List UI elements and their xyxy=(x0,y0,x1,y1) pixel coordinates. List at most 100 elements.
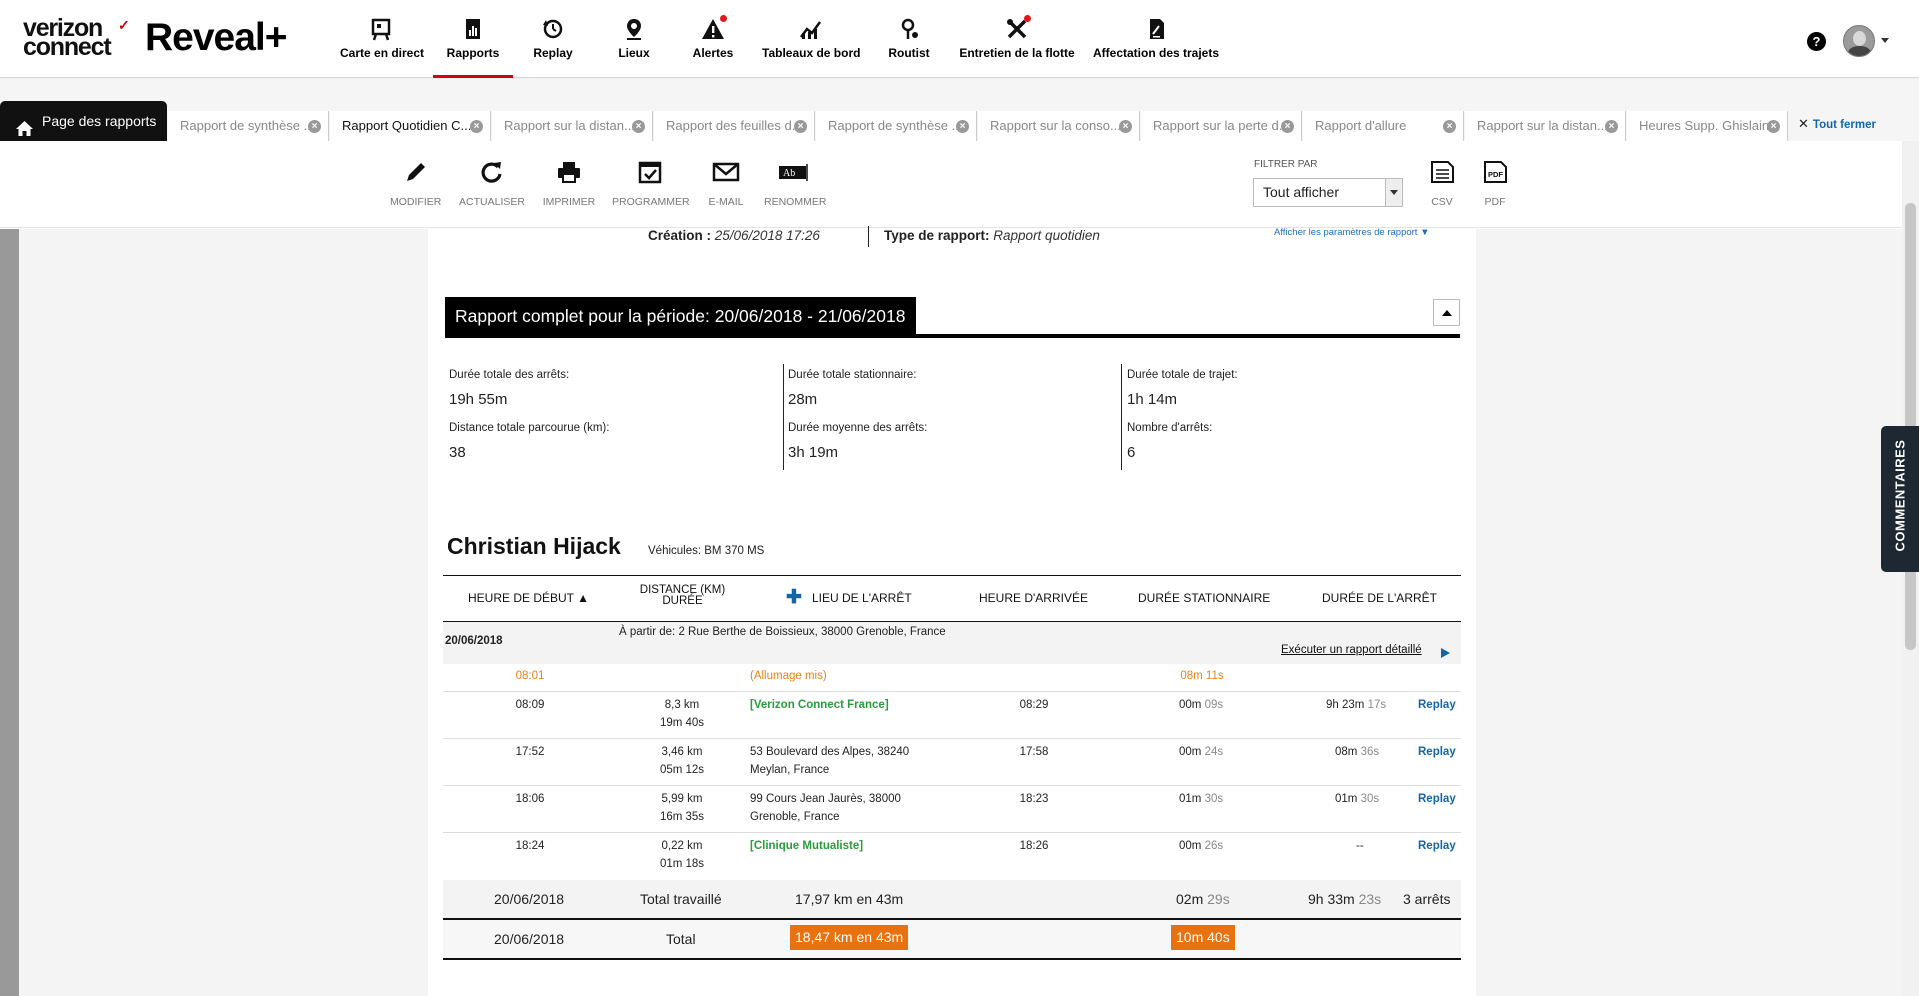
pencil-icon xyxy=(400,159,430,185)
close-tab-icon[interactable]: × xyxy=(794,120,807,133)
close-tab-icon[interactable]: × xyxy=(1281,120,1294,133)
schedule-button[interactable]: PROGRAMMER xyxy=(612,159,690,208)
chevron-down-icon[interactable] xyxy=(1881,38,1889,43)
replay-link[interactable]: Replay xyxy=(1418,746,1456,758)
row-arrival: 17:58 xyxy=(1019,746,1049,758)
tab-label: Rapport de synthèse ... xyxy=(180,118,315,133)
nav-carte-en-direct[interactable]: Carte en direct xyxy=(340,17,424,78)
replay-link[interactable]: Replay xyxy=(1418,793,1456,805)
row-location-line2: Meylan, France xyxy=(750,764,830,776)
close-tab-icon[interactable]: × xyxy=(1605,120,1618,133)
close-tab-icon[interactable]: × xyxy=(470,120,483,133)
total-idle-highlight: 10m 40s xyxy=(1171,925,1235,950)
reveal-logo[interactable]: Reveal+ xyxy=(145,16,288,60)
period-underline xyxy=(445,334,1460,338)
subtotal-stop-sec: 23s xyxy=(1358,891,1382,907)
export-pdf-button[interactable]: PDF PDF xyxy=(1480,159,1510,208)
refresh-button[interactable]: ACTUALISER xyxy=(458,159,526,208)
report-tab[interactable]: Rapport d'allure × xyxy=(1303,111,1464,141)
play-arrow-icon[interactable] xyxy=(1441,648,1450,658)
add-column-icon[interactable]: ✚ xyxy=(786,588,802,607)
row-distance: 0,22 km xyxy=(661,840,703,852)
row-distance: 5,99 km xyxy=(661,793,703,805)
report-tab[interactable]: Heures Supp. Ghislain × xyxy=(1627,111,1788,141)
col-header-idle[interactable]: DURÉE STATIONNAIRE xyxy=(1138,591,1270,605)
close-tab-icon[interactable]: × xyxy=(632,120,645,133)
col-header-location[interactable]: LIEU DE L'ARRÊT xyxy=(812,591,912,605)
row-location: 53 Boulevard des Alpes, 38240 xyxy=(750,746,910,758)
email-button[interactable]: E-MAIL xyxy=(703,159,749,208)
close-tab-icon[interactable]: × xyxy=(308,120,321,133)
nav-tableaux-de-bord[interactable]: Tableaux de bord xyxy=(762,17,860,78)
row-location[interactable]: [Clinique Mutualiste] xyxy=(750,840,863,852)
nav-label: Affectation des trajets xyxy=(1092,46,1220,60)
comments-label: COMMENTAIRES xyxy=(1892,439,1908,552)
row-arrival: 08:29 xyxy=(1019,699,1049,711)
report-tab[interactable]: Rapport de synthèse ... × xyxy=(816,111,977,141)
close-tab-icon[interactable]: × xyxy=(1443,120,1456,133)
close-all-tabs-button[interactable]: ✕ Tout fermer xyxy=(1798,116,1876,132)
nav-affectation-trajets[interactable]: Affectation des trajets xyxy=(1092,17,1220,78)
collapse-section-button[interactable] xyxy=(1433,299,1460,326)
toolbar-label: RENOMMER xyxy=(764,196,827,208)
toolbar-label: IMPRIMER xyxy=(542,196,596,208)
location-pin-icon xyxy=(621,17,647,41)
stat-value: 19h 55m xyxy=(449,391,508,408)
help-icon[interactable]: ? xyxy=(1807,32,1826,51)
tab-page-des-rapports[interactable]: Page des rapports xyxy=(0,101,167,141)
row-idle-min: 00m xyxy=(1179,699,1202,711)
close-tab-icon[interactable]: × xyxy=(1119,120,1132,133)
stat-value: 6 xyxy=(1127,444,1136,461)
nav-label: Routist xyxy=(888,46,930,60)
subtotal-idle-sec: 29s xyxy=(1207,891,1230,907)
nav-label: Lieux xyxy=(618,46,650,60)
col-header-stop-duration[interactable]: DURÉE DE L'ARRÊT xyxy=(1322,591,1437,605)
report-tab[interactable]: Rapport sur la distan... × xyxy=(1465,111,1626,141)
replay-link[interactable]: Replay xyxy=(1418,699,1456,711)
filter-value: Tout afficher xyxy=(1263,184,1340,200)
row-location[interactable]: [Verizon Connect France] xyxy=(750,699,889,711)
report-tab[interactable]: Rapport sur la perte d... × xyxy=(1141,111,1302,141)
report-tab[interactable]: Rapport Quotidien C... × xyxy=(330,111,491,141)
total-border xyxy=(443,958,1461,960)
col-header-arrival[interactable]: HEURE D'ARRIVÉE xyxy=(979,591,1088,605)
row-separator xyxy=(443,785,1461,786)
report-tab[interactable]: Rapport de synthèse ... × xyxy=(168,111,329,141)
comments-side-tab[interactable]: COMMENTAIRES xyxy=(1881,426,1919,572)
modify-button[interactable]: MODIFIER xyxy=(390,159,441,208)
report-tab[interactable]: Rapport sur la conso... × xyxy=(978,111,1140,141)
subtotal-date: 20/06/2018 xyxy=(494,891,565,907)
col-header-start-time[interactable]: HEURE DE DÉBUT ▲ xyxy=(468,591,589,605)
tools-icon xyxy=(1004,15,1031,41)
nav-alertes[interactable]: Alertes xyxy=(690,15,736,78)
nav-label: Alertes xyxy=(692,46,734,60)
run-detailed-report-link[interactable]: Exécuter un rapport détaillé xyxy=(1281,644,1422,656)
nav-entretien-flotte[interactable]: Entretien de la flotte xyxy=(959,15,1075,78)
show-report-parameters-link[interactable]: Afficher les paramètres de rapport ▼ xyxy=(1274,227,1430,238)
filter-select[interactable]: Tout afficher xyxy=(1253,178,1403,207)
nav-routist[interactable]: Routist xyxy=(886,17,932,78)
nav-lieux[interactable]: Lieux xyxy=(610,17,658,78)
verizon-connect-logo[interactable]: verizon ✓ connect xyxy=(23,16,130,60)
close-tab-icon[interactable]: × xyxy=(956,120,969,133)
stat-divider xyxy=(1121,364,1122,470)
calendar-check-icon xyxy=(635,159,665,185)
toolbar-label: ACTUALISER xyxy=(459,196,525,208)
nav-label: Tableaux de bord xyxy=(762,46,861,60)
row-distance: 3,46 km xyxy=(661,746,703,758)
rename-button[interactable]: Ab RENOMMER xyxy=(764,159,827,208)
close-tab-icon[interactable]: × xyxy=(1767,120,1780,133)
report-tab[interactable]: Rapport des feuilles d... × xyxy=(654,111,815,141)
tab-label: Rapport de synthèse ... xyxy=(828,118,963,133)
nav-rapports[interactable]: Rapports xyxy=(433,17,513,78)
report-tab[interactable]: Rapport sur la distan... × xyxy=(492,111,653,141)
nav-replay[interactable]: Replay xyxy=(528,17,578,78)
export-csv-button[interactable]: CSV xyxy=(1427,159,1457,208)
close-all-label: Tout fermer xyxy=(1812,119,1876,131)
print-button[interactable]: IMPRIMER xyxy=(541,159,597,208)
user-avatar[interactable] xyxy=(1843,25,1875,57)
replay-link[interactable]: Replay xyxy=(1418,840,1456,852)
row-duration: 05m 12s xyxy=(659,764,705,776)
start-address: À partir de: 2 Rue Berthe de Boissieux, … xyxy=(619,626,946,638)
col-header-distance[interactable]: DISTANCE (KM) DURÉE xyxy=(620,584,745,607)
